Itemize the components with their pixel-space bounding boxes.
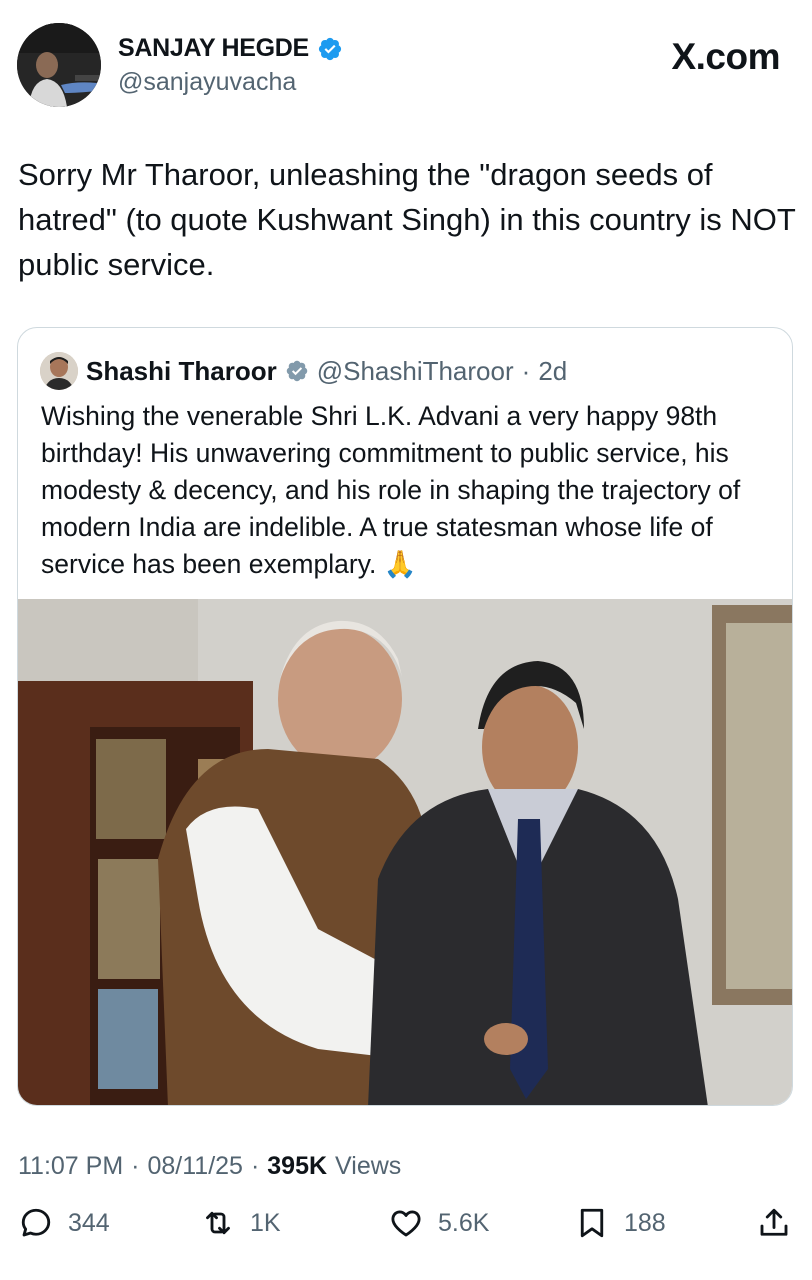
share-button[interactable]	[756, 1205, 792, 1241]
quoted-tweet-header: Shashi Tharoor @ShashiTharoor · 2d	[40, 352, 567, 390]
quoted-separator: ·	[521, 355, 531, 386]
reply-button[interactable]: 344	[18, 1205, 110, 1241]
reply-count: 344	[68, 1208, 110, 1237]
action-bar: 344 1K 5.6K 188	[0, 1205, 812, 1261]
quoted-tweet-card[interactable]: Shashi Tharoor @ShashiTharoor · 2d Wishi…	[17, 327, 793, 1106]
views-count: 395K	[267, 1152, 328, 1180]
quoted-handle[interactable]: @ShashiTharoor	[317, 356, 514, 387]
quoted-author-avatar	[40, 352, 78, 390]
quoted-tweet-photo[interactable]	[18, 599, 792, 1105]
repost-button[interactable]: 1K	[200, 1205, 281, 1241]
repost-count: 1K	[250, 1208, 281, 1237]
tweet-header: SANJAY HEGDE @sanjayuvacha X.com	[0, 0, 812, 120]
quoted-age[interactable]: 2d	[538, 356, 567, 387]
like-count: 5.6K	[438, 1208, 490, 1237]
bookmark-count: 188	[624, 1208, 666, 1237]
share-icon	[760, 1208, 788, 1236]
verified-badge-icon	[318, 37, 342, 60]
tweet-time[interactable]: 11:07 PM	[18, 1152, 123, 1181]
tweet-date[interactable]: 08/11/25	[147, 1152, 242, 1181]
meta-separator: ·	[250, 1152, 260, 1180]
author-display-name[interactable]: SANJAY HEGDE	[118, 34, 309, 63]
author-handle[interactable]: @sanjayuvacha	[118, 68, 296, 97]
like-button[interactable]: 5.6K	[388, 1205, 489, 1241]
tweet-text: Sorry Mr Tharoor, unleashing the "dragon…	[18, 157, 796, 282]
reply-icon	[21, 1208, 51, 1237]
quoted-display-name[interactable]: Shashi Tharoor	[86, 356, 277, 387]
repost-icon	[206, 1211, 230, 1235]
quoted-tweet-text: Wishing the venerable Shri L.K. Advani a…	[41, 401, 741, 579]
x-logo-text: X.com	[671, 36, 780, 77]
quoted-verified-badge-icon	[286, 360, 307, 382]
photo-image	[18, 599, 792, 1105]
author-avatar[interactable]	[17, 23, 101, 107]
meta-separator: ·	[131, 1152, 140, 1180]
like-icon	[391, 1210, 421, 1237]
views-label: Views	[335, 1152, 402, 1180]
tweet-meta: 11:07 PM · 08/11/25 · 395K Views	[18, 1152, 401, 1181]
author-name-row: SANJAY HEGDE	[118, 34, 343, 63]
quoted-avatar-image	[40, 352, 78, 390]
bookmark-button[interactable]: 188	[574, 1205, 666, 1241]
author-avatar-image	[17, 23, 101, 107]
bookmark-icon	[580, 1208, 604, 1238]
